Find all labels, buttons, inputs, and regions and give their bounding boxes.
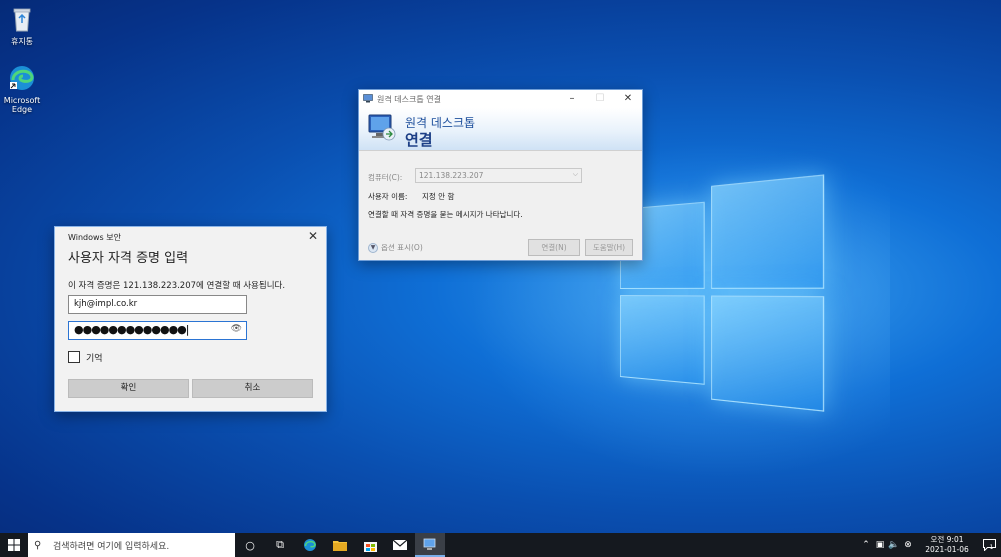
taskbar: ⚲ 검색하려면 여기에 입력하세요. ○ ⧉ ⌃ ▣ 🔈 ⊗ 오전 9:01 2… [0, 533, 1001, 557]
remember-label: 기억 [86, 354, 103, 364]
edge-taskbar-icon[interactable] [295, 533, 325, 557]
cred-description: 이 자격 증명은 121.138.223.207에 연결할 때 사용됩니다. [68, 281, 286, 291]
windows-security-dialog: Windows 보안 ✕ 사용자 자격 증명 입력 이 자격 증명은 121.1… [54, 226, 327, 412]
clock-date: 2021-01-06 [925, 545, 969, 554]
clock[interactable]: 오전 9:01 2021-01-06 [919, 535, 975, 555]
desktop-icon-label: 휴지통 [10, 37, 34, 46]
close-icon[interactable]: ✕ [614, 90, 642, 108]
username-value: 지정 안 함 [422, 192, 455, 201]
username-input-value: kjh@impl.co.kr [74, 299, 138, 309]
search-icon: ⚲ [34, 539, 42, 551]
help-button[interactable]: 도움말(H) [585, 239, 633, 256]
show-options-toggle[interactable]: ▼ 옵션 표시(O) [368, 242, 423, 253]
clock-time: 오전 9:01 [930, 535, 964, 544]
credential-prompt-note: 연결할 때 자격 증명을 묻는 메시지가 나타납니다. [368, 210, 523, 219]
cred-heading: 사용자 자격 증명 입력 [68, 251, 189, 266]
password-mask: ●●●●●●●●●●●●● [74, 323, 187, 336]
recycle-bin-icon [13, 8, 31, 32]
ok-button[interactable]: 확인 [68, 379, 189, 398]
windows-logo-wallpaper [620, 174, 825, 412]
chevron-up-icon[interactable]: ⌃ [859, 540, 873, 550]
start-button[interactable] [0, 533, 28, 557]
notification-count: 1 [989, 543, 994, 551]
system-tray: ⌃ ▣ 🔈 ⊗ 오전 9:01 2021-01-06 1 [859, 533, 1001, 557]
taskbar-search-box[interactable]: ⚲ 검색하려면 여기에 입력하세요. [28, 533, 235, 557]
cancel-button[interactable]: 취소 [192, 379, 313, 398]
edge-icon [10, 66, 34, 90]
username-input[interactable]: kjh@impl.co.kr [68, 295, 247, 314]
maximize-icon: ☐ [595, 93, 605, 104]
computer-combobox[interactable]: 121.138.223.207 ⌵ [415, 168, 582, 183]
chevron-down-circle-icon: ▼ [368, 242, 378, 253]
file-explorer-icon[interactable] [325, 533, 355, 557]
store-icon[interactable] [355, 533, 385, 557]
network-icon[interactable]: ▣ [873, 540, 887, 550]
cred-window-title: Windows 보안 [68, 233, 121, 242]
show-options-label: 옵션 표시(O) [381, 243, 423, 252]
cortana-icon[interactable]: ○ [235, 533, 265, 557]
computer-label: 컴퓨터(C): [368, 173, 403, 182]
cred-titlebar[interactable]: Windows 보안 ✕ [55, 227, 326, 245]
search-placeholder: 검색하려면 여기에 입력하세요. [53, 541, 170, 552]
rdp-connection-window: 원격 데스크톱 연결 – ☐ ✕ 원격 데스크톱 연결 컴퓨터(C): 121.… [358, 89, 643, 261]
rdp-app-icon [363, 94, 373, 103]
chevron-down-icon: ⌵ [572, 170, 578, 178]
task-view-icon[interactable]: ⧉ [265, 533, 295, 557]
desktop-icon-edge[interactable]: Microsoft Edge [0, 64, 44, 114]
remote-desktop-icon [368, 114, 396, 141]
rdp-banner: 원격 데스크톱 연결 [359, 108, 642, 151]
notification-center-icon[interactable]: 1 [975, 533, 1001, 557]
ime-icon[interactable]: ⊗ [901, 540, 915, 550]
mail-icon[interactable] [385, 533, 415, 557]
rdp-titlebar[interactable]: 원격 데스크톱 연결 – ☐ ✕ [359, 90, 642, 108]
username-label: 사용자 이름: [368, 192, 408, 201]
reveal-password-icon[interactable]: 👁 [231, 324, 242, 334]
desktop-icon-label: Microsoft Edge [3, 96, 41, 114]
connect-button[interactable]: 연결(N) [528, 239, 580, 256]
remember-checkbox[interactable] [68, 351, 80, 363]
minimize-icon[interactable]: – [558, 90, 586, 108]
desktop-icon-recycle-bin[interactable]: 휴지통 [0, 5, 44, 46]
rdp-banner-subtitle: 연결 [405, 131, 433, 149]
windows-start-icon [8, 539, 20, 551]
password-input[interactable]: ●●●●●●●●●●●●●| 👁 [68, 321, 247, 340]
close-icon[interactable]: ✕ [308, 229, 318, 243]
rdp-taskbar-icon[interactable] [415, 533, 445, 557]
rdp-window-title: 원격 데스크톱 연결 [377, 95, 441, 104]
volume-icon[interactable]: 🔈 [887, 540, 901, 550]
computer-value: 121.138.223.207 [419, 171, 484, 180]
